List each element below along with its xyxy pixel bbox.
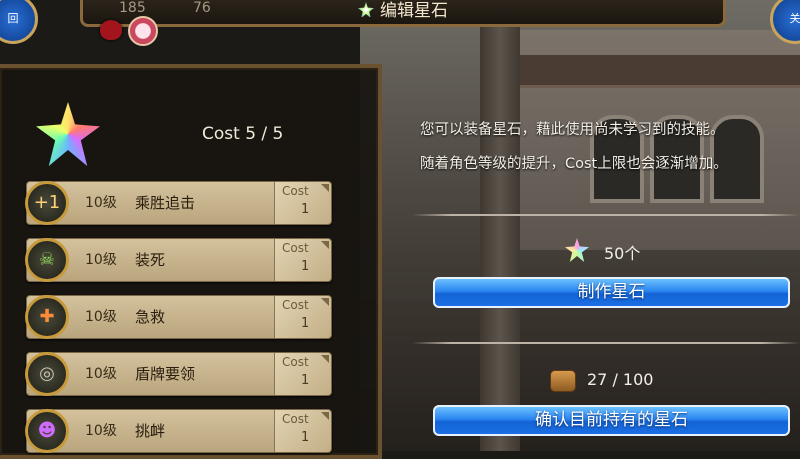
skill-cost-value: 1 (301, 202, 309, 217)
skill-row[interactable]: ✚ 10级 急救 Cost 1 (26, 295, 332, 339)
corner-triangle-icon (321, 298, 329, 306)
skill-level: 10级 (85, 296, 117, 338)
corner-triangle-icon (321, 355, 329, 363)
skill-cost-value: 1 (301, 316, 309, 331)
skill-cost-value: 1 (301, 430, 309, 445)
page-title: 编辑星石 (380, 1, 448, 21)
skill-cost-box: Cost 1 (274, 353, 331, 395)
taunt-figure-icon: ☻ (25, 409, 69, 453)
skill-cost-label: Cost (282, 184, 309, 198)
shield-glyph: ◎ (28, 355, 66, 393)
first-aid-glyph: ✚ (28, 298, 66, 336)
sword-plus-icon: +1 (25, 181, 69, 225)
taunt-glyph: ☻ (28, 412, 66, 450)
skill-level: 10级 (85, 182, 117, 224)
divider (412, 342, 800, 344)
heart-icon[interactable] (100, 20, 122, 40)
pillar (480, 0, 520, 451)
divider (412, 214, 800, 216)
skill-row[interactable]: ☻ 10级 挑衅 Cost 1 (26, 409, 332, 453)
view-owned-stones-button[interactable]: 确认目前持有的星石 (433, 405, 790, 436)
skill-cost-label: Cost (282, 355, 309, 369)
page-title-wrap: 编辑星石 (83, 0, 723, 22)
stone-count: 50个 (604, 240, 640, 264)
craft-stone-button[interactable]: 制作星石 (433, 277, 790, 308)
info-line-2: 随着角色等级的提升，Cost上限也会逐渐增加。 (420, 152, 728, 173)
skill-row[interactable]: ◎ 10级 盾牌要领 Cost 1 (26, 352, 332, 396)
star-stone-icon (358, 2, 374, 18)
skill-row[interactable]: +1 10级 乘胜追击 Cost 1 (26, 181, 332, 225)
skill-cost-value: 1 (301, 259, 309, 274)
back-button-label: 回 (8, 12, 19, 25)
skill-level: 10级 (85, 353, 117, 395)
fallen-figure-glyph: ☠ (28, 241, 66, 279)
skill-cost-label: Cost (282, 241, 309, 255)
info-line-1: 您可以装备星石，藉此使用尚未学习到的技能。 (420, 118, 725, 139)
skill-name: 乘胜追击 (135, 182, 195, 224)
skill-cost-box: Cost 1 (274, 239, 331, 281)
roof (520, 55, 800, 88)
corner-triangle-icon (321, 184, 329, 192)
skill-row[interactable]: ☠ 10级 装死 Cost 1 (26, 238, 332, 282)
first-aid-icon: ✚ (25, 295, 69, 339)
holding-count: 27 / 100 (587, 370, 653, 389)
skill-name: 盾牌要领 (135, 353, 195, 395)
skill-badge: +1 (28, 184, 66, 222)
skill-cost-box: Cost 1 (274, 296, 331, 338)
skill-cost-label: Cost (282, 298, 309, 312)
cost-summary: Cost 5 / 5 (202, 124, 283, 144)
skill-cost-box: Cost 1 (274, 410, 331, 452)
close-button-label: 关 (790, 12, 800, 25)
corner-triangle-icon (321, 412, 329, 420)
skill-name: 装死 (135, 239, 165, 281)
skill-cost-box: Cost 1 (274, 182, 331, 224)
skill-name: 挑衅 (135, 410, 165, 452)
corner-triangle-icon (321, 241, 329, 249)
title-banner: 185 76 编辑星石 (80, 0, 726, 27)
skill-cost-label: Cost (282, 412, 309, 426)
gift-icon[interactable] (128, 16, 158, 46)
skill-name: 急救 (135, 296, 165, 338)
skill-level: 10级 (85, 410, 117, 452)
shield-icon: ◎ (25, 352, 69, 396)
fallen-figure-icon: ☠ (25, 238, 69, 282)
bag-icon (550, 370, 576, 392)
skill-cost-value: 1 (301, 373, 309, 388)
skill-level: 10级 (85, 239, 117, 281)
